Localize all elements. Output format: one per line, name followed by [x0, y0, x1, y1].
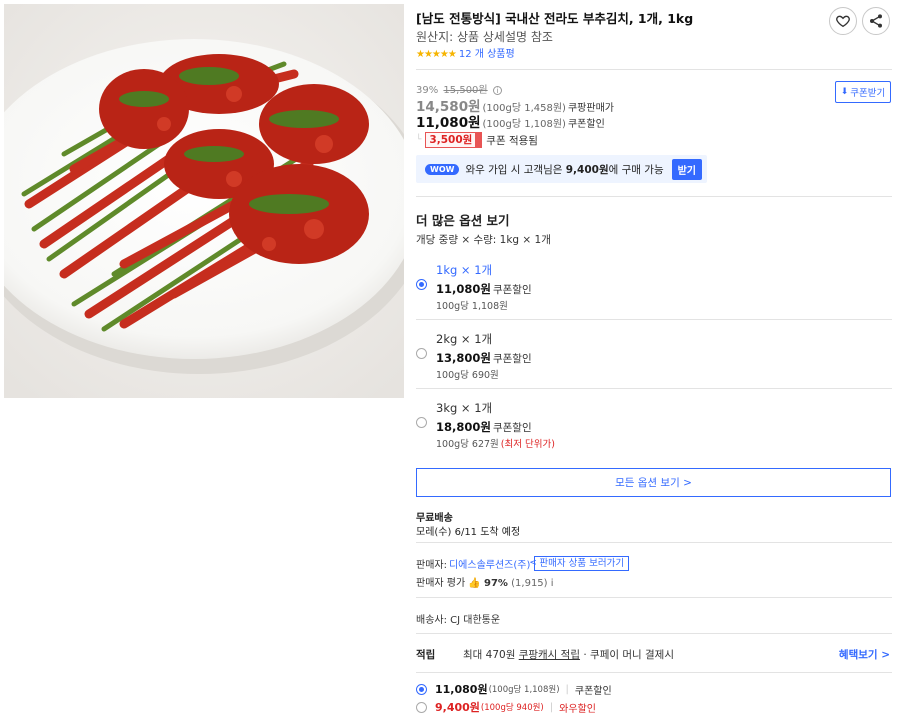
- divider: [416, 597, 892, 598]
- shipping-date: 모레(수) 6/11 도착 예정: [416, 527, 521, 538]
- divider: [416, 633, 892, 634]
- divider: [416, 69, 892, 70]
- points-max: 최대 470원: [463, 649, 516, 661]
- option-name: 2kg × 1개: [436, 332, 493, 346]
- indent-icon: └: [416, 135, 422, 145]
- option-unit-price: 100g당 627원: [436, 439, 499, 450]
- separator: |: [565, 683, 569, 695]
- seller-rating-label: 판매자 평가: [416, 578, 466, 589]
- bottom-unit-price: (100g당 940원): [480, 703, 544, 713]
- seller-rating: 판매자 평가 👍 97% (1,915) i: [416, 574, 554, 589]
- option-unit-price: 100g당 690원: [436, 370, 499, 381]
- bottom-price-tag: 와우할인: [559, 703, 596, 714]
- wow-get-button[interactable]: 받기: [671, 158, 703, 180]
- wishlist-button[interactable]: [829, 7, 857, 35]
- option-radio[interactable]: [416, 417, 427, 428]
- option-price-label: 쿠폰할인: [492, 353, 532, 365]
- all-options-button[interactable]: 모든 옵션 보기 >: [416, 468, 891, 497]
- review-count[interactable]: 12 개 상품평: [459, 49, 515, 60]
- price-radio[interactable]: [416, 701, 427, 713]
- carrier: 배송사: CJ 대한통운: [416, 615, 501, 626]
- coupon-unit-price: (100g당 1,108원): [482, 119, 566, 130]
- option-price: 11,080원: [436, 282, 491, 296]
- options-unit-line: 개당 중량 × 수량: 1kg × 1개: [416, 234, 551, 246]
- option-radio[interactable]: [416, 348, 427, 359]
- option-name: 1kg × 1개: [436, 263, 493, 277]
- coupon-applied-label: 쿠폰 적용됨: [486, 134, 538, 147]
- option-unit-price: 100g당 1,108원: [436, 301, 508, 312]
- coupon-price: 11,080원: [416, 115, 481, 131]
- coupang-cash-link[interactable]: 쿠팡캐시 적립: [519, 649, 580, 661]
- info-icon[interactable]: i: [492, 85, 502, 95]
- product-info: [남도 전통방식] 국내산 전라도 부추김치, 1개, 1kg 원산지: 상품 …: [416, 0, 892, 714]
- bottom-price-tag: 쿠폰할인: [574, 685, 612, 697]
- share-button[interactable]: [862, 7, 890, 35]
- coupon-tag-icon: [476, 132, 483, 148]
- coupon-download-button[interactable]: ⬇ 쿠폰받기: [835, 81, 891, 103]
- coupon-applied: └ 3,500원 쿠폰 적용됨: [416, 132, 538, 148]
- lowest-unit-note: (최저 단위가): [500, 439, 555, 450]
- wow-price: 9,400원: [565, 163, 609, 176]
- coupon-price-label: 쿠폰할인: [567, 119, 605, 130]
- benefit-link[interactable]: 혜택보기 >: [839, 647, 890, 662]
- coupon-amount: 3,500원: [425, 132, 477, 148]
- heart-icon: [836, 15, 850, 28]
- option-radio[interactable]: [416, 279, 427, 290]
- divider: [416, 196, 892, 197]
- rating[interactable]: ★★★★★ 12 개 상품평: [416, 45, 515, 60]
- points-label: 적립: [416, 649, 436, 661]
- bottom-price-option[interactable]: 9,400원 (100g당 940원) | 와우할인: [416, 699, 596, 714]
- product-title: [남도 전통방식] 국내산 전라도 부추김치, 1개, 1kg: [416, 11, 694, 26]
- wow-text-prefix: 와우 가입 시 고객님은: [465, 163, 563, 176]
- seller-rating-count: (1,915): [511, 578, 548, 589]
- option-item[interactable]: 2kg × 1개 13,800원 쿠폰할인 100g당 690원: [416, 331, 892, 387]
- divider: [416, 542, 892, 543]
- seller-label: 판매자:: [416, 560, 447, 571]
- bottom-unit-price: (100g당 1,108원): [488, 685, 560, 695]
- wow-text-suffix: 에 구매 가능: [608, 163, 664, 176]
- option-price: 18,800원: [436, 420, 491, 434]
- options-heading: 더 많은 옵션 보기: [416, 213, 510, 228]
- coupay-note: · 쿠페이 머니 결제시: [583, 649, 674, 661]
- price-radio[interactable]: [416, 683, 427, 695]
- option-item[interactable]: 3kg × 1개 18,800원 쿠폰할인 100g당 627원 (최저 단위가): [416, 400, 892, 456]
- points-row: 적립 최대 470원 쿠팡캐시 적립 · 쿠페이 머니 결제시 혜택보기 >: [416, 647, 892, 662]
- seller-name[interactable]: 디에스솔루션즈(주): [449, 556, 530, 571]
- discount-line: 39% 15,500원 i: [416, 81, 502, 96]
- origin: 원산지: 상품 상세설명 참조: [416, 30, 553, 44]
- wow-badge: WOW: [425, 163, 460, 175]
- separator: |: [549, 701, 554, 713]
- option-item[interactable]: 1kg × 1개 11,080원 쿠폰할인 100g당 1,108원: [416, 262, 892, 318]
- rating-stars: ★★★★★: [416, 49, 457, 60]
- bottom-price: 11,080원: [435, 683, 488, 696]
- divider: [416, 319, 892, 320]
- divider: [416, 388, 892, 389]
- seller-line: 판매자: 디에스솔루션즈(주) 판매자 상품 보러가기: [416, 556, 630, 571]
- option-price: 13,800원: [436, 351, 491, 365]
- seller-products-link[interactable]: 판매자 상품 보러가기: [529, 556, 630, 571]
- thumbs-up-icon: 👍: [468, 578, 481, 589]
- option-price-label: 쿠폰할인: [492, 422, 532, 434]
- bottom-price-option[interactable]: 11,080원 (100g당 1,108원) | 쿠폰할인: [416, 681, 612, 697]
- option-name: 3kg × 1개: [436, 401, 493, 415]
- bottom-price: 9,400원: [435, 701, 480, 714]
- product-image: [4, 4, 404, 398]
- seller-rating-value: 97%: [484, 578, 508, 589]
- divider: [416, 672, 892, 673]
- info-icon[interactable]: i: [551, 578, 554, 589]
- shipping-title: 무료배송: [416, 513, 453, 524]
- option-price-label: 쿠폰할인: [492, 284, 532, 296]
- share-icon: [870, 14, 882, 28]
- coupon-download-label: 쿠폰받기: [850, 88, 886, 99]
- wow-promo: WOW 와우 가입 시 고객님은 9,400원 에 구매 가능 받기: [416, 155, 707, 183]
- coupon-price-row: 11,080원 (100g당 1,108원) 쿠폰할인: [416, 111, 605, 131]
- download-icon: ⬇: [840, 87, 849, 97]
